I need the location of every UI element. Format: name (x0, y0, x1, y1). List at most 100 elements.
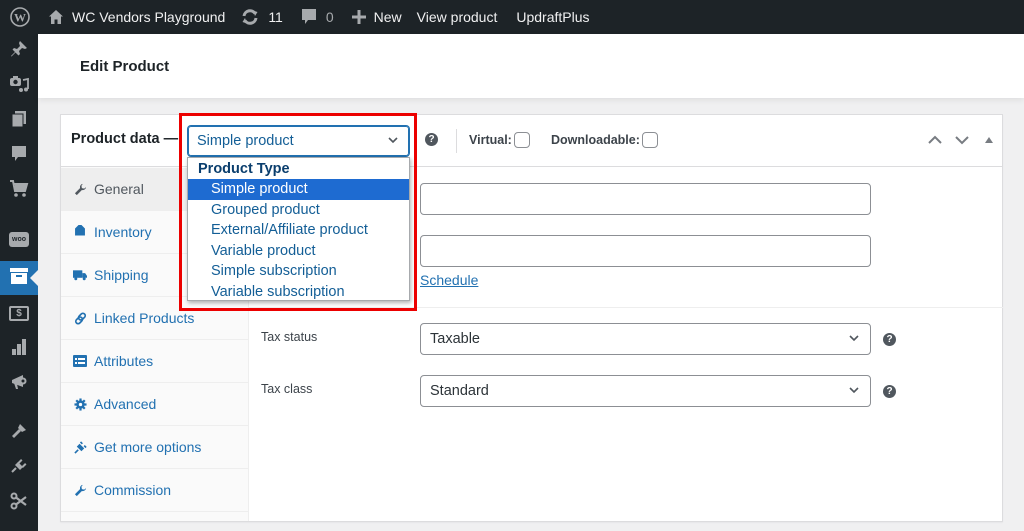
menu-item-analytics[interactable] (0, 332, 38, 366)
pushpin-icon (10, 40, 28, 63)
dollar-icon: $ (9, 305, 29, 321)
cart-icon (9, 179, 29, 203)
updates-count: 11 (268, 9, 283, 25)
downloadable-checkbox[interactable] (641, 132, 658, 148)
move-down-button[interactable] (954, 132, 970, 153)
tab-label: Shipping (94, 267, 149, 283)
toggle-panel-button[interactable] (984, 132, 994, 153)
comment-icon (11, 145, 27, 168)
dropdown-option[interactable]: Variable product (188, 241, 409, 262)
view-product-link[interactable]: View product (417, 0, 498, 34)
menu-item-media[interactable] (0, 69, 38, 103)
wp-logo-menu[interactable]: W (2, 0, 38, 34)
wrench-icon (73, 483, 87, 497)
link-icon (73, 311, 87, 325)
menu-item-marketing[interactable] (0, 367, 38, 401)
downloadable-checkbox-label[interactable]: Downloadable: (551, 132, 658, 148)
plugin-icon (73, 440, 87, 454)
tab-label: Get more options (94, 439, 202, 455)
plugin-icon (10, 457, 28, 480)
menu-item-appearance[interactable] (0, 416, 38, 450)
home-icon (48, 9, 64, 25)
plus-icon (351, 10, 366, 24)
menu-item-payments[interactable]: $ (0, 296, 38, 330)
megaphone-icon (10, 373, 28, 396)
chevron-down-icon (848, 332, 860, 348)
tab-label: Commission (94, 482, 172, 498)
wrench-icon (73, 182, 87, 196)
tax-status-select[interactable]: Taxable (420, 323, 871, 355)
virtual-label: Virtual: (469, 133, 512, 147)
chevron-down-icon (848, 384, 860, 400)
menu-item-products[interactable] (0, 261, 38, 295)
product-type-dropdown: Product Type Simple product Grouped prod… (187, 157, 410, 301)
new-label: New (373, 9, 402, 25)
menu-item-plugins[interactable] (0, 451, 38, 485)
dropdown-option[interactable]: External/Affiliate product (188, 220, 409, 241)
tab-advanced[interactable]: Advanced (61, 383, 249, 426)
triangle-up-icon (984, 132, 994, 153)
content-divider (249, 307, 1003, 308)
tab-linked-products[interactable]: Linked Products (61, 297, 249, 340)
tab-get-more-options[interactable]: Get more options (61, 426, 249, 469)
tax-status-label: Tax status (261, 330, 318, 344)
tab-attributes[interactable]: Attributes (61, 340, 249, 383)
archive-icon (9, 267, 29, 290)
dropdown-option[interactable]: Grouped product (188, 200, 409, 221)
schedule-link[interactable]: Schedule (420, 272, 478, 288)
product-type-value: Simple product (197, 133, 294, 149)
pages-icon (10, 110, 28, 133)
product-data-title: Product data — (71, 131, 179, 147)
tab-label: Inventory (94, 224, 152, 240)
dropdown-group-label: Product Type (198, 161, 290, 177)
svg-text:W: W (14, 11, 26, 25)
tax-class-help-icon[interactable]: ? (883, 385, 896, 398)
site-name-link[interactable]: WC Vendors Playground (48, 0, 225, 34)
tab-label: General (94, 181, 144, 197)
menu-item-pages[interactable] (0, 104, 38, 138)
tab-commission[interactable]: Commission (61, 469, 249, 512)
scissors-icon (10, 492, 28, 515)
bar-chart-icon (10, 338, 28, 361)
tab-label: Advanced (94, 396, 157, 412)
list-card-icon (73, 354, 87, 368)
chevron-up-icon (927, 132, 943, 153)
tax-class-select[interactable]: Standard (420, 375, 871, 407)
tag-icon (73, 225, 87, 239)
downloadable-label: Downloadable: (551, 133, 640, 147)
menu-item-woocommerce[interactable]: woo (0, 222, 38, 256)
product-type-select[interactable]: Simple product (187, 125, 410, 157)
sale-price-input[interactable] (420, 235, 871, 267)
comment-icon (301, 8, 317, 26)
menu-item-shop[interactable] (0, 174, 38, 208)
site-name: WC Vendors Playground (72, 9, 226, 25)
chevron-down-icon (387, 134, 399, 150)
page-title: Edit Product (80, 58, 170, 75)
dropdown-option[interactable]: Variable subscription (188, 282, 409, 303)
virtual-checkbox-label[interactable]: Virtual: (469, 132, 530, 148)
menu-item-posts[interactable] (0, 34, 38, 68)
move-up-button[interactable] (927, 132, 943, 153)
new-content-link[interactable]: New (351, 0, 402, 34)
dropdown-option[interactable]: Simple product (188, 179, 409, 200)
dropdown-option[interactable]: Simple subscription (188, 261, 409, 282)
help-icon[interactable]: ? (425, 133, 438, 146)
updates-link[interactable]: 11 (241, 0, 283, 34)
menu-item-tools[interactable] (0, 486, 38, 520)
truck-icon (73, 268, 87, 282)
tab-label: Attributes (94, 353, 154, 369)
view-product-label: View product (416, 9, 498, 25)
menu-item-comments[interactable] (0, 139, 38, 173)
admin-menu: woo $ (0, 34, 38, 531)
admin-bar: W WC Vendors Playground 11 0 New View pr… (0, 0, 1024, 34)
tax-status-help-icon[interactable]: ? (883, 333, 896, 346)
virtual-checkbox[interactable] (513, 132, 530, 148)
chevron-down-icon (954, 132, 970, 153)
tax-class-label: Tax class (261, 382, 313, 396)
comments-link[interactable]: 0 (301, 0, 334, 34)
header-divider (456, 129, 457, 153)
paintbrush-icon (10, 422, 28, 445)
updraftplus-link[interactable]: UpdraftPlus (516, 0, 589, 34)
regular-price-input[interactable] (420, 183, 871, 215)
gear-icon (73, 397, 87, 411)
